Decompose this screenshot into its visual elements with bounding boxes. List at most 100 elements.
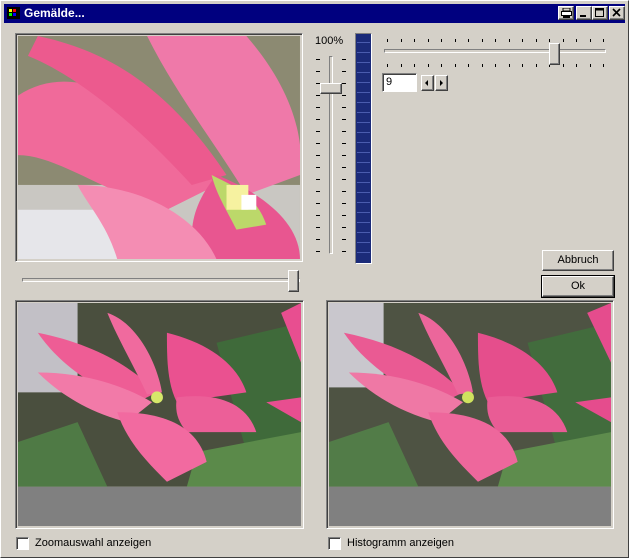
preview-slider-thumb[interactable] — [288, 270, 299, 292]
cancel-button[interactable]: Abbruch — [542, 250, 614, 271]
zoom-tick — [342, 59, 346, 60]
zoom-tick — [316, 59, 320, 60]
detail-tick — [468, 39, 469, 42]
detail-tick — [495, 39, 496, 42]
histogram-label: Histogramm anzeigen — [347, 537, 454, 549]
zoom-selection-checkbox[interactable] — [16, 537, 29, 550]
zoom-tick — [316, 191, 320, 192]
zoom-tick — [316, 71, 320, 72]
level-segment — [357, 162, 370, 163]
level-segment — [357, 202, 370, 203]
zoom-tick — [316, 215, 320, 216]
level-segment — [357, 172, 370, 173]
detail-tick — [549, 39, 550, 42]
painting-dialog: Gemälde... 100% 9 Abbruch Ok Zoomauswahl… — [0, 0, 629, 558]
level-segment — [357, 102, 370, 103]
detail-tick — [387, 39, 388, 42]
zoom-tick — [316, 155, 320, 156]
detail-tick — [495, 64, 496, 67]
level-segment — [357, 112, 370, 113]
level-segment — [357, 152, 370, 153]
level-segment — [357, 222, 370, 223]
detail-tick — [509, 39, 510, 42]
decrement-button[interactable] — [421, 75, 434, 91]
close-button[interactable] — [609, 6, 625, 20]
detail-tick — [455, 64, 456, 67]
level-segment — [357, 132, 370, 133]
zoom-tick — [316, 239, 320, 240]
detail-tick — [536, 39, 537, 42]
zoom-tick — [316, 131, 320, 132]
level-segment — [357, 82, 370, 83]
detail-tick — [455, 39, 456, 42]
zoom-tick — [316, 167, 320, 168]
print-button[interactable] — [558, 6, 574, 20]
ok-button[interactable]: Ok — [541, 275, 615, 298]
title-bar[interactable]: Gemälde... — [4, 4, 625, 23]
zoom-tick — [342, 191, 346, 192]
level-segment — [357, 252, 370, 253]
zoom-preview[interactable] — [15, 33, 303, 262]
detail-tick — [441, 39, 442, 42]
original-preview — [326, 300, 614, 529]
detail-tick — [603, 39, 604, 42]
level-segment — [357, 242, 370, 243]
detail-tick — [576, 64, 577, 67]
detail-tick — [576, 39, 577, 42]
detail-tick — [401, 64, 402, 67]
zoom-level-label: 100% — [315, 35, 344, 47]
zoom-tick — [342, 71, 346, 72]
zoom-tick — [316, 119, 320, 120]
detail-tick — [522, 39, 523, 42]
increment-button[interactable] — [435, 75, 448, 91]
intensity-level-bar — [355, 33, 372, 264]
level-segment — [357, 142, 370, 143]
maximize-button[interactable] — [592, 6, 608, 20]
close-icon — [612, 8, 621, 17]
preview-slider-track[interactable] — [22, 278, 300, 282]
print-icon — [561, 8, 572, 18]
detail-tick — [428, 64, 429, 67]
level-segment — [357, 52, 370, 53]
minimize-button[interactable] — [576, 6, 592, 20]
zoom-tick — [342, 131, 346, 132]
detail-value-input[interactable]: 9 — [382, 73, 417, 92]
zoom-tick — [342, 107, 346, 108]
zoom-tick — [316, 203, 320, 204]
detail-slider-track[interactable] — [384, 49, 606, 53]
zoom-tick — [342, 179, 346, 180]
zoom-tick — [342, 155, 346, 156]
detail-tick — [482, 39, 483, 42]
detail-tick — [563, 64, 564, 67]
level-segment — [357, 182, 370, 183]
detail-tick — [387, 64, 388, 67]
histogram-checkbox[interactable] — [328, 537, 341, 550]
zoom-tick — [342, 203, 346, 204]
level-segment — [357, 62, 370, 63]
detail-tick — [563, 39, 564, 42]
zoom-tick — [342, 95, 346, 96]
level-segment — [357, 232, 370, 233]
zoom-tick — [342, 239, 346, 240]
detail-slider-thumb[interactable] — [549, 43, 560, 65]
level-segment — [357, 92, 370, 93]
detail-tick — [536, 64, 537, 67]
detail-tick — [590, 64, 591, 67]
zoomed-painting-image — [18, 36, 300, 260]
detail-tick — [428, 39, 429, 42]
level-segment — [357, 212, 370, 213]
zoom-tick — [342, 251, 346, 252]
detail-tick — [603, 64, 604, 67]
level-segment — [357, 42, 370, 43]
painted-preview — [15, 300, 304, 529]
level-segment — [357, 192, 370, 193]
original-flower-image — [329, 303, 611, 527]
zoom-slider-thumb[interactable] — [320, 83, 342, 94]
zoom-tick — [342, 143, 346, 144]
window-title: Gemälde... — [24, 6, 85, 20]
detail-tick — [441, 64, 442, 67]
zoom-tick — [342, 119, 346, 120]
zoom-tick — [316, 179, 320, 180]
zoom-tick — [342, 167, 346, 168]
zoom-tick — [316, 251, 320, 252]
